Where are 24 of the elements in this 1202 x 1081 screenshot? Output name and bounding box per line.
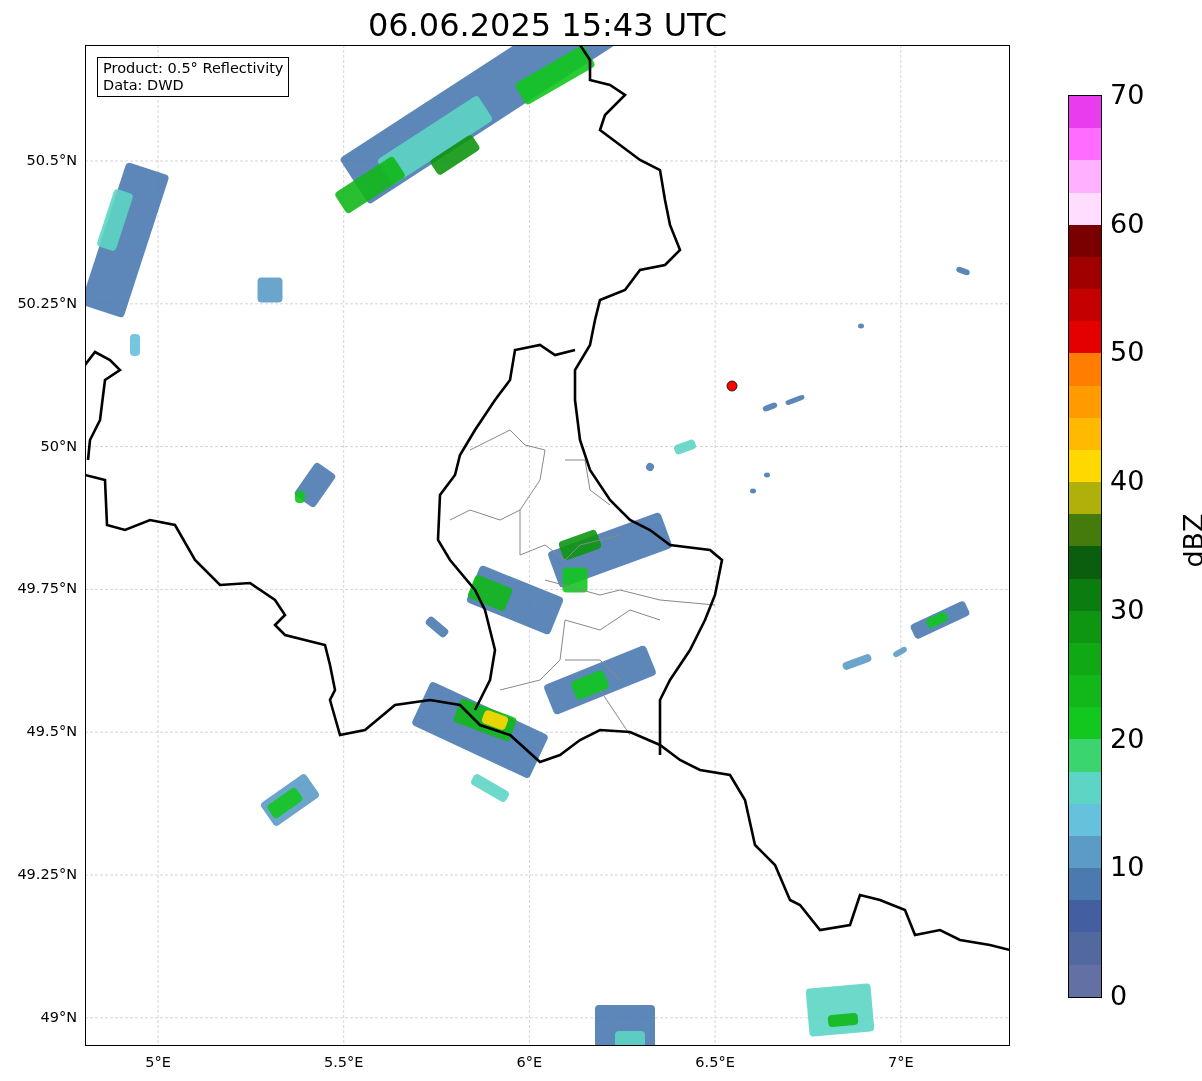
canton-border-line — [599, 689, 631, 736]
colorbar-tick-label: 50 — [1110, 336, 1145, 369]
latitude-label: 49°N — [40, 1008, 77, 1025]
latitude-label: 49.75°N — [17, 580, 77, 597]
colorbar-tick-label: 60 — [1110, 207, 1145, 240]
colorbar-tick-label: 40 — [1110, 465, 1145, 498]
longitude-label: 5°E — [145, 1054, 171, 1070]
colorbar-tick-label: 30 — [1110, 593, 1145, 626]
latitude-label: 50.5°N — [26, 152, 77, 168]
colorbar-tick-label: 0 — [1110, 980, 1128, 1012]
longitude-label: 7°E — [888, 1054, 914, 1070]
radar-site-marker — [726, 380, 738, 392]
latitude-label: 49.5°N — [26, 723, 77, 740]
longitude-label: 5.5°E — [323, 1054, 364, 1070]
colorbar-tick-label: 10 — [1110, 851, 1145, 884]
colorbar-tick-label: 20 — [1110, 722, 1145, 755]
latitude-label: 50°N — [40, 437, 77, 454]
info-box: Product: 0.5° Reflectivity Data: DWD — [97, 57, 290, 97]
colorbar-tick-label: 70 — [1110, 79, 1145, 111]
longitude-label: 6°E — [516, 1054, 543, 1070]
latitude-label: 50.25°N — [17, 294, 77, 311]
longitude-label: 6.5°E — [695, 1054, 735, 1070]
plot-title: 06.06.2025 15:43 UTC — [366, 5, 729, 45]
latitude-label: 49.25°N — [17, 866, 77, 882]
